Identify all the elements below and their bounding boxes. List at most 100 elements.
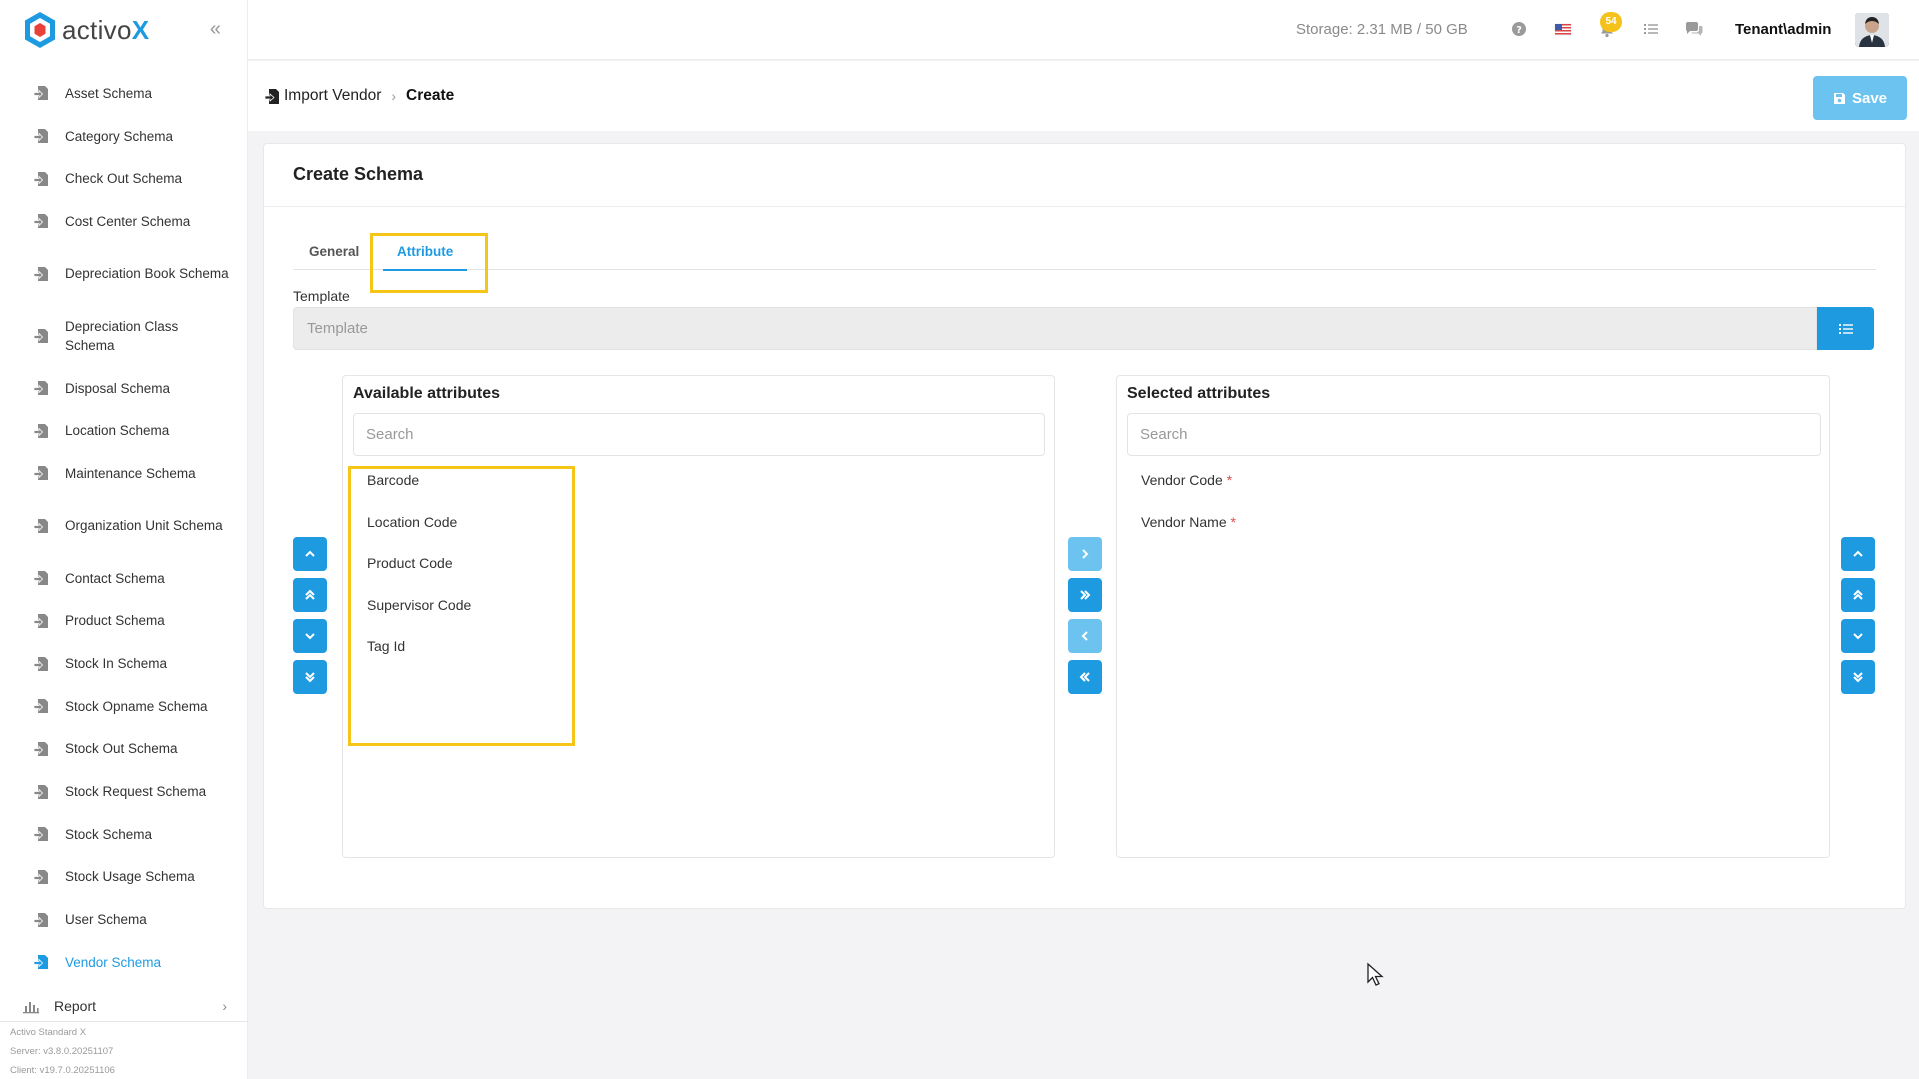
- double-chevron-right-icon: [1080, 590, 1091, 600]
- import-file-icon: [33, 613, 48, 628]
- sidebar-item-label: Stock Usage Schema: [65, 869, 195, 885]
- chat-icon[interactable]: [1684, 20, 1704, 38]
- selected-attributes-title: Selected attributes: [1127, 385, 1271, 402]
- double-chevron-down-icon: [1853, 672, 1863, 683]
- sidebar-item-label: Stock Request Schema: [65, 784, 207, 800]
- breadcrumb-import-vendor[interactable]: Import Vendor: [284, 87, 381, 105]
- import-file-icon: [33, 129, 48, 144]
- create-schema-card: Create Schema General Attribute Template…: [263, 143, 1906, 909]
- divider: [264, 206, 1905, 207]
- collapse-sidebar-icon[interactable]: «: [210, 18, 221, 41]
- help-icon[interactable]: ?: [1510, 20, 1528, 38]
- selected-move-bottom-button[interactable]: [1841, 660, 1875, 694]
- page-header: Import Vendor › Create Save: [248, 61, 1919, 131]
- move-all-left-button[interactable]: [1068, 660, 1102, 694]
- required-mark: *: [1226, 472, 1233, 488]
- sidebar-item-stock-opname-schema[interactable]: Stock Opname Schema: [0, 685, 247, 728]
- chevron-up-icon: [1853, 550, 1863, 557]
- sidebar-item-vendor-schema[interactable]: Vendor Schema: [0, 941, 247, 984]
- us-flag-icon[interactable]: [1554, 20, 1572, 38]
- sidebar-item-depreciation-book-schema[interactable]: Depreciation Book Schema: [0, 243, 247, 305]
- version-info: Activo Standard X Server: v3.8.0.2025110…: [10, 1023, 115, 1079]
- available-attributes-panel: Available attributes BarcodeLocation Cod…: [342, 375, 1055, 858]
- move-up-button[interactable]: [293, 537, 327, 571]
- move-selected-right-button[interactable]: [1068, 537, 1102, 571]
- sidebar-item-cost-center-schema[interactable]: Cost Center Schema: [0, 200, 247, 243]
- user-name[interactable]: Tenant\admin: [1735, 21, 1831, 38]
- sidebar-item-stock-usage-schema[interactable]: Stock Usage Schema: [0, 856, 247, 899]
- sidebar-item-label: Check Out Schema: [65, 171, 183, 187]
- product-version: Activo Standard X: [10, 1027, 87, 1038]
- import-file-icon: [33, 741, 48, 756]
- selected-attribute-item[interactable]: Vendor Name *: [1129, 512, 1236, 554]
- sidebar-item-check-out-schema[interactable]: Check Out Schema: [0, 157, 247, 200]
- selected-move-up-button[interactable]: [1841, 537, 1875, 571]
- sidebar-item-label: Vendor Schema: [65, 954, 162, 970]
- avatar[interactable]: [1855, 13, 1889, 47]
- sidebar-item-maintenance-schema[interactable]: Maintenance Schema: [0, 452, 247, 495]
- sidebar-item-user-schema[interactable]: User Schema: [0, 898, 247, 941]
- double-chevron-left-icon: [1079, 672, 1090, 682]
- import-file-icon: [33, 423, 48, 438]
- sidebar-item-disposal-schema[interactable]: Disposal Schema: [0, 367, 247, 410]
- move-top-button[interactable]: [293, 578, 327, 612]
- task-list-icon[interactable]: [1642, 20, 1660, 38]
- storage-usage: Storage: 2.31 MB / 50 GB: [1296, 21, 1468, 38]
- sidebar-item-product-schema[interactable]: Product Schema: [0, 600, 247, 643]
- notification-count-badge: 54: [1600, 12, 1622, 32]
- sidebar-item-contact-schema[interactable]: Contact Schema: [0, 557, 247, 600]
- import-file-icon: [33, 86, 48, 101]
- brand-logo[interactable]: activoX «: [0, 0, 247, 60]
- sidebar-item-report[interactable]: Report ›: [22, 998, 227, 1014]
- move-down-button[interactable]: [293, 619, 327, 653]
- sidebar-item-label: Cost Center Schema: [65, 213, 191, 229]
- move-all-right-button[interactable]: [1068, 578, 1102, 612]
- sidebar-item-organization-unit-schema[interactable]: Organization Unit Schema: [0, 495, 247, 557]
- move-selected-left-button[interactable]: [1068, 619, 1102, 653]
- sidebar-item-depreciation-class-schema[interactable]: Depreciation Class Schema: [0, 305, 247, 367]
- chevron-right-icon: ›: [222, 998, 227, 1014]
- brand-name: activoX: [62, 14, 150, 45]
- sidebar-item-stock-schema[interactable]: Stock Schema: [0, 813, 247, 856]
- selected-move-down-button[interactable]: [1841, 619, 1875, 653]
- import-file-icon: [33, 381, 48, 396]
- sidebar-item-stock-in-schema[interactable]: Stock In Schema: [0, 642, 247, 685]
- sidebar-item-stock-request-schema[interactable]: Stock Request Schema: [0, 770, 247, 813]
- tab-general[interactable]: General: [309, 232, 359, 270]
- sidebar-item-stock-out-schema[interactable]: Stock Out Schema: [0, 728, 247, 771]
- selected-search-input[interactable]: [1127, 413, 1821, 456]
- template-picker-button[interactable]: [1817, 307, 1874, 350]
- selected-move-top-button[interactable]: [1841, 578, 1875, 612]
- server-version: Server: v3.8.0.20251107: [10, 1046, 114, 1057]
- top-header: Storage: 2.31 MB / 50 GB ? 54 Tenant\adm…: [248, 0, 1919, 60]
- double-chevron-up-icon: [305, 589, 315, 600]
- sidebar-item-location-schema[interactable]: Location Schema: [0, 409, 247, 452]
- sidebar-item-label: Contact Schema: [65, 570, 165, 586]
- import-file-icon: [33, 518, 48, 533]
- selected-attribute-item[interactable]: Vendor Code *: [1129, 470, 1236, 512]
- bar-chart-icon: [23, 1002, 39, 1014]
- card-title: Create Schema: [293, 164, 424, 184]
- import-file-icon: [33, 784, 48, 799]
- available-search-input[interactable]: [353, 413, 1045, 456]
- available-attributes-title: Available attributes: [353, 385, 501, 402]
- sidebar-item-label: User Schema: [65, 912, 147, 928]
- sidebar-item-category-schema[interactable]: Category Schema: [0, 115, 247, 158]
- sidebar-item-label: Stock Opname Schema: [65, 698, 208, 714]
- import-file-icon: [33, 912, 48, 927]
- import-file-icon: [33, 328, 48, 343]
- tab-bar: General Attribute: [293, 232, 1876, 271]
- sidebar-item-asset-schema[interactable]: Asset Schema: [0, 72, 247, 115]
- sidebar-item-label: Stock Out Schema: [65, 741, 178, 757]
- import-file-icon: [264, 88, 279, 104]
- chevron-down-icon: [1853, 633, 1863, 640]
- import-file-icon: [33, 266, 48, 281]
- import-file-icon: [33, 171, 48, 186]
- attribute-label: Vendor Name: [1141, 513, 1227, 530]
- sidebar-item-label: Stock Schema: [65, 826, 153, 842]
- svg-text:?: ?: [1516, 25, 1522, 36]
- move-bottom-button[interactable]: [293, 660, 327, 694]
- sidebar-item-label: Disposal Schema: [65, 380, 171, 396]
- template-input[interactable]: [293, 307, 1817, 350]
- save-button[interactable]: Save: [1813, 76, 1907, 120]
